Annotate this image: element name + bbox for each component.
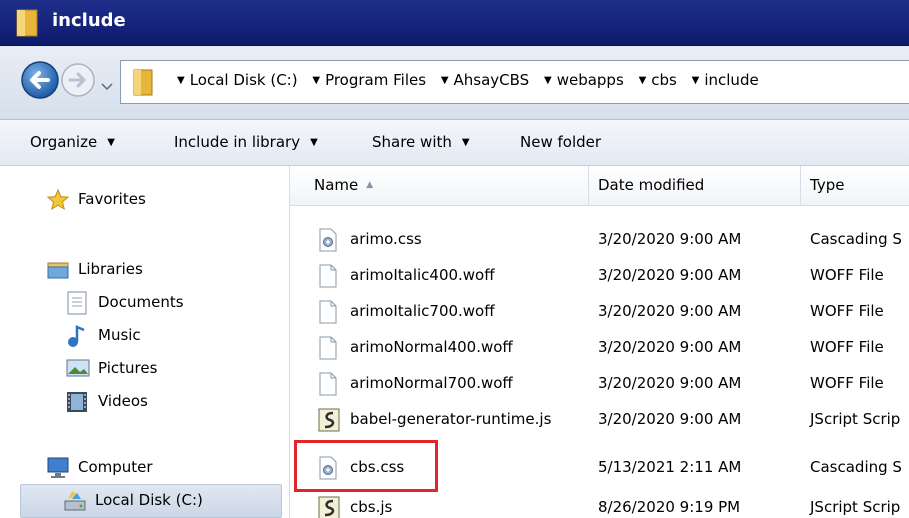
column-header-type[interactable]: Type — [810, 176, 844, 194]
file-type: Cascading S — [810, 230, 902, 248]
organize-label: Organize — [30, 133, 98, 151]
title-bar: include — [0, 0, 909, 46]
file-date: 3/20/2020 9:00 AM — [598, 230, 742, 248]
nav-label: Local Disk (C:) — [95, 491, 203, 509]
share-with-label: Share with — [372, 133, 452, 151]
nav-label: Videos — [98, 392, 148, 410]
file-name: arimoItalic700.woff — [350, 302, 495, 320]
document-icon — [66, 291, 88, 319]
css-file-icon — [318, 228, 338, 256]
file-type: WOFF File — [810, 266, 884, 284]
organize-button[interactable]: Organize ▼ — [30, 133, 115, 151]
address-bar[interactable]: ▼ Local Disk (C:) ▼ Program Files ▼ AhsayCB… — [120, 60, 909, 104]
file-name: babel-generator-runtime.js — [350, 410, 552, 428]
column-divider[interactable] — [588, 166, 589, 206]
chevron-down-icon[interactable] — [100, 78, 114, 96]
file-row[interactable]: arimoNormal400.woff 3/20/2020 9:00 AM WO… — [290, 330, 909, 366]
blank-file-icon — [318, 372, 338, 400]
forward-arrow-icon[interactable] — [60, 62, 96, 102]
window-title: include — [52, 10, 126, 31]
file-name: arimo.css — [350, 230, 422, 248]
command-toolbar: Organize ▼ Include in library ▼ Share with… — [0, 120, 909, 166]
nav-label: Computer — [78, 458, 153, 476]
file-date: 5/13/2021 2:11 AM — [598, 458, 742, 476]
blank-file-icon — [318, 264, 338, 292]
column-divider[interactable] — [800, 166, 801, 206]
breadcrumb: ▼ Local Disk (C:) ▼ Program Files ▼ AhsayCB… — [177, 71, 759, 89]
file-name: arimoNormal700.woff — [350, 374, 513, 392]
nav-item-local-disk[interactable]: Local Disk (C:) — [20, 484, 282, 518]
breadcrumb-item[interactable]: cbs — [651, 71, 677, 89]
column-header-row: Name ▲ Date modified Type — [290, 166, 909, 206]
blank-file-icon — [318, 300, 338, 328]
file-row[interactable]: cbs.js 8/26/2020 9:19 PM JScript Scrip — [290, 490, 909, 518]
include-in-library-button[interactable]: Include in library ▼ — [174, 133, 318, 151]
folder-icon — [16, 6, 40, 42]
computer-icon — [46, 456, 72, 484]
breadcrumb-item[interactable]: include — [704, 71, 758, 89]
back-arrow-icon[interactable] — [20, 60, 60, 104]
chevron-down-icon: ▼ — [107, 137, 115, 148]
star-icon — [46, 188, 70, 216]
blank-file-icon — [318, 336, 338, 364]
file-type: Cascading S — [810, 458, 902, 476]
folder-icon — [133, 67, 155, 101]
new-folder-button[interactable]: New folder — [520, 133, 601, 151]
breadcrumb-item[interactable]: Program Files — [325, 71, 426, 89]
file-date: 3/20/2020 9:00 AM — [598, 338, 742, 356]
file-row[interactable]: arimoItalic700.woff 3/20/2020 9:00 AM WO… — [290, 294, 909, 330]
file-row[interactable]: arimoItalic400.woff 3/20/2020 9:00 AM WO… — [290, 258, 909, 294]
nav-label: Pictures — [98, 359, 158, 377]
file-name: arimoNormal400.woff — [350, 338, 513, 356]
column-header-name[interactable]: Name ▲ — [314, 176, 373, 194]
nav-label: Libraries — [78, 260, 143, 278]
file-date: 3/20/2020 9:00 AM — [598, 410, 742, 428]
file-type: WOFF File — [810, 302, 884, 320]
annotation-highlight-box — [294, 440, 438, 492]
navigation-pane: Favorites Libraries Documents Music Pict… — [0, 166, 290, 518]
file-type: JScript Scrip — [810, 498, 901, 516]
file-type: WOFF File — [810, 338, 884, 356]
js-file-icon — [318, 408, 340, 436]
file-type: WOFF File — [810, 374, 884, 392]
picture-icon — [66, 357, 90, 383]
file-type: JScript Scrip — [810, 410, 901, 428]
share-with-button[interactable]: Share with ▼ — [372, 133, 470, 151]
file-date: 3/20/2020 9:00 AM — [598, 374, 742, 392]
address-row: ▼ Local Disk (C:) ▼ Program Files ▼ AhsayCB… — [0, 46, 909, 120]
include-in-library-label: Include in library — [174, 133, 301, 151]
music-note-icon — [66, 324, 88, 352]
file-date: 3/20/2020 9:00 AM — [598, 266, 742, 284]
file-name: cbs.js — [350, 498, 393, 516]
chevron-down-icon: ▼ — [310, 137, 318, 148]
breadcrumb-item[interactable]: AhsayCBS — [454, 71, 530, 89]
film-icon — [66, 390, 88, 418]
sort-ascending-icon: ▲ — [366, 180, 374, 190]
file-row[interactable]: babel-generator-runtime.js 3/20/2020 9:0… — [290, 402, 909, 438]
chevron-down-icon: ▼ — [461, 137, 470, 148]
file-row[interactable]: arimoNormal700.woff 3/20/2020 9:00 AM WO… — [290, 366, 909, 402]
breadcrumb-item[interactable]: Local Disk (C:) — [190, 71, 298, 89]
breadcrumb-item[interactable]: webapps — [557, 71, 624, 89]
hard-drive-icon — [63, 489, 87, 517]
file-name: arimoItalic400.woff — [350, 266, 495, 284]
nav-label: Favorites — [78, 190, 146, 208]
library-icon — [46, 258, 70, 286]
file-date: 8/26/2020 9:19 PM — [598, 498, 741, 516]
column-label: Name — [314, 176, 359, 194]
file-row[interactable]: arimo.css 3/20/2020 9:00 AM Cascading S — [290, 222, 909, 258]
nav-label: Documents — [98, 293, 184, 311]
new-folder-label: New folder — [520, 133, 602, 151]
nav-label: Music — [98, 326, 141, 344]
file-date: 3/20/2020 9:00 AM — [598, 302, 742, 320]
js-file-icon — [318, 496, 340, 518]
column-header-date[interactable]: Date modified — [598, 176, 704, 194]
